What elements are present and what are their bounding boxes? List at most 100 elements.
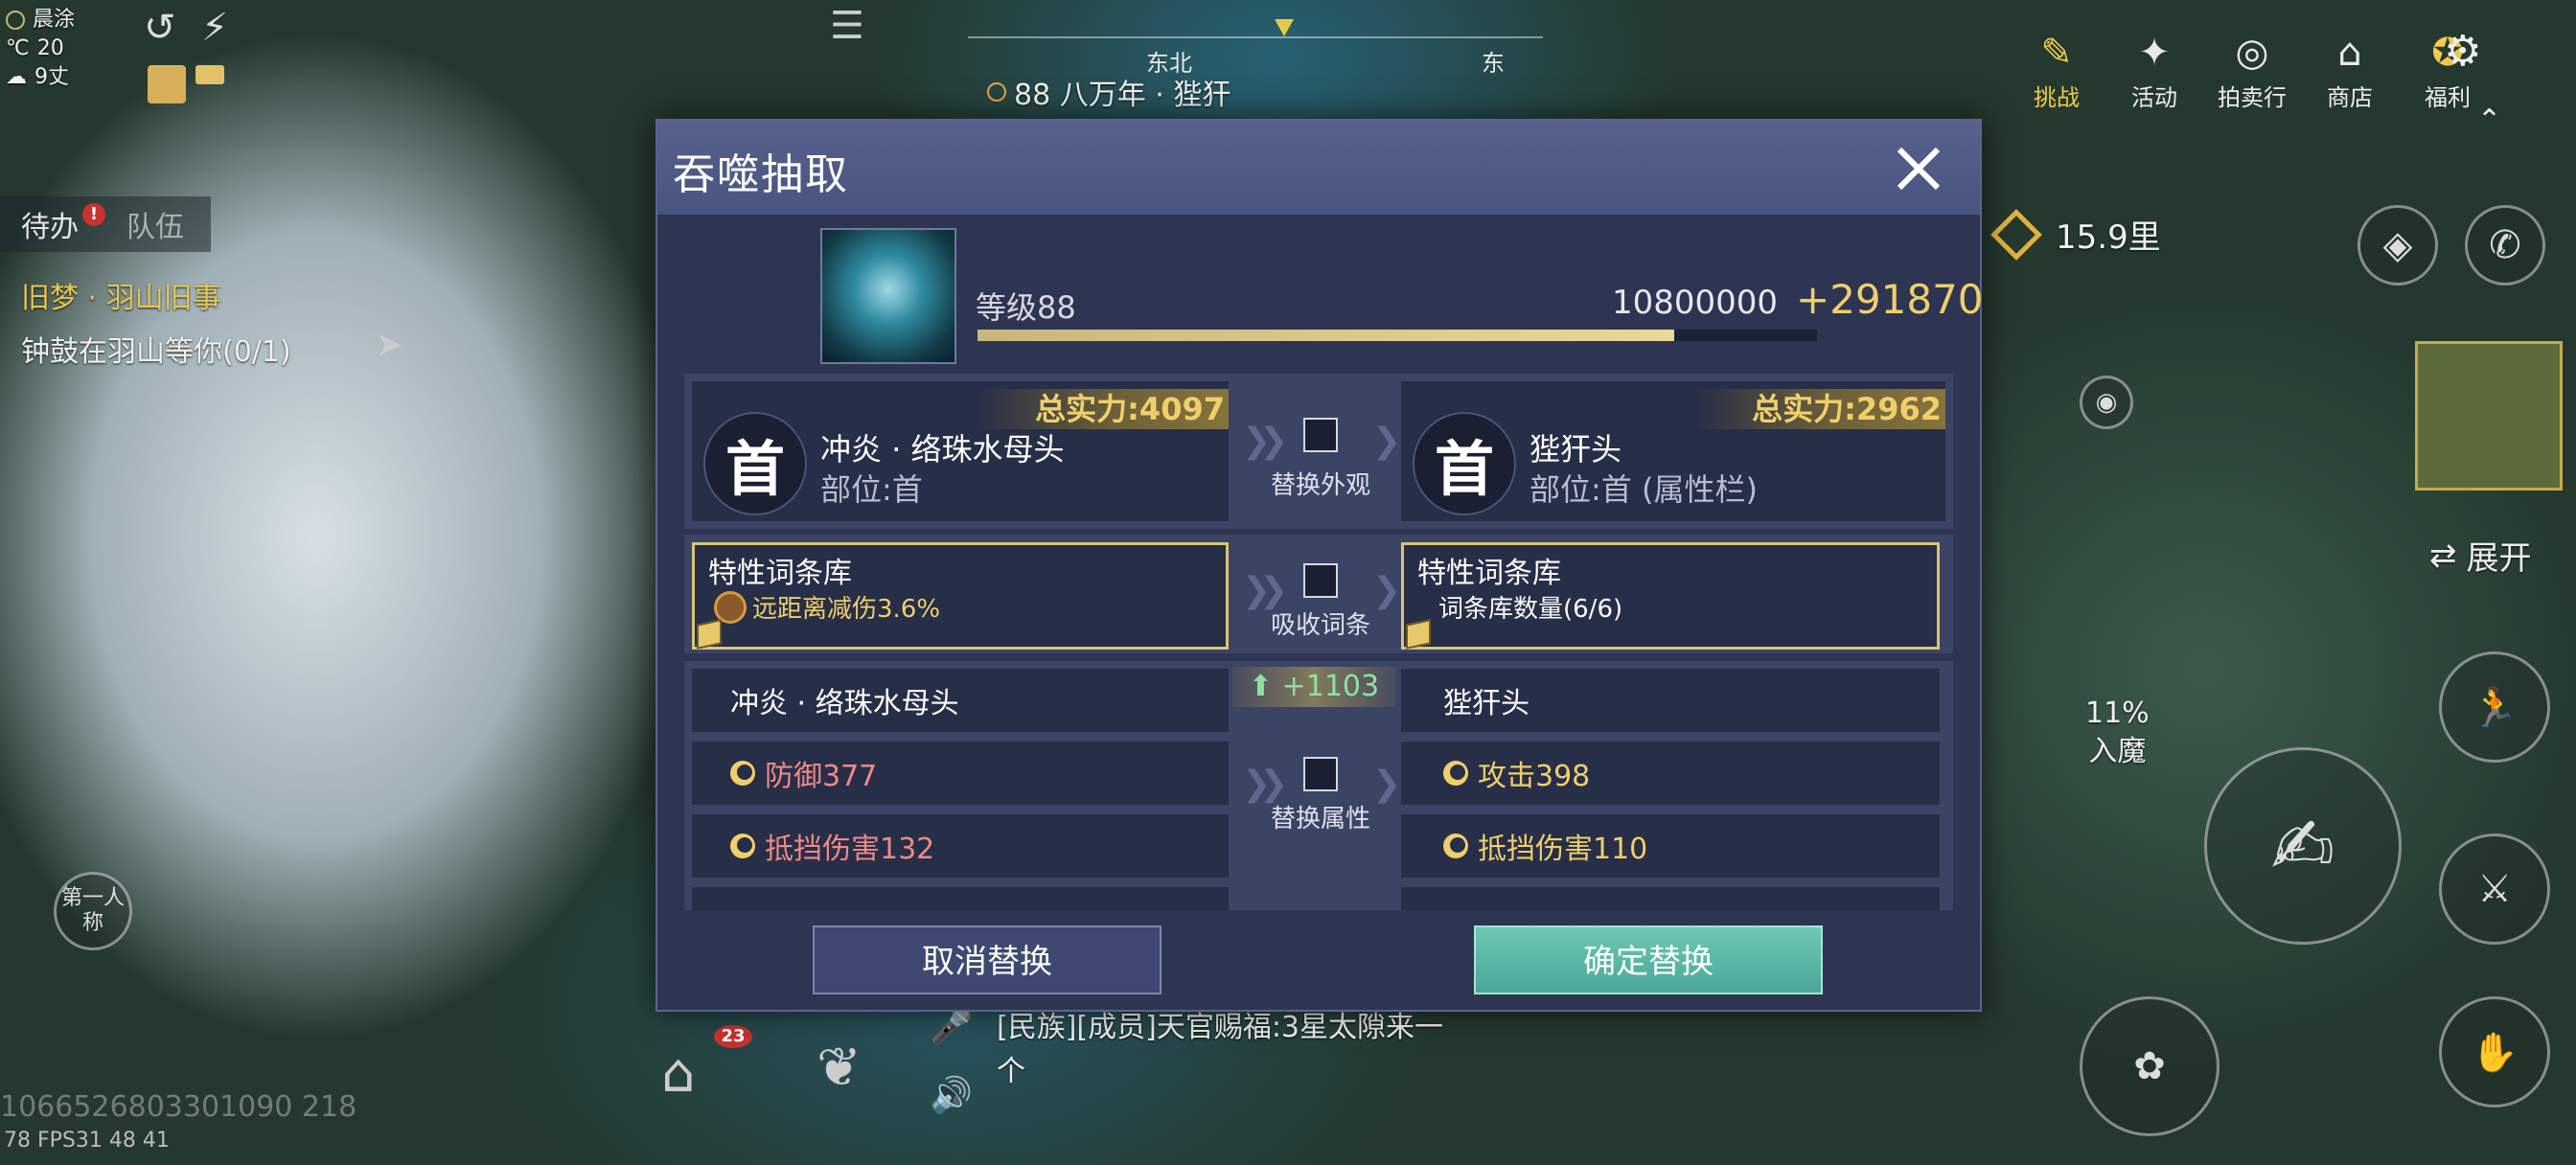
navigate-icon[interactable]: ➤ xyxy=(376,326,403,364)
summon-skill-icon[interactable]: ✿ xyxy=(2080,996,2220,1136)
left-trait-entry: 远距离减伤3.6% xyxy=(714,589,940,625)
top-menu: ✎ 挑战 ✦ 活动 ◎ 拍卖行 ⌂ 商店 ✪ 福利 xyxy=(2022,29,2482,112)
menu-activity[interactable]: ✦ 活动 xyxy=(2120,29,2189,112)
right-item-slot: 部位:首 (属性栏) xyxy=(1530,471,1758,508)
chat-line-1: [民族][成员]天官赐福:3星太隙来一 xyxy=(997,1011,1444,1044)
waypoint-distance[interactable]: 15.9里 xyxy=(1990,208,2161,261)
right-attr-row-1: 攻击398 xyxy=(1401,742,1940,805)
location-label: 88 八万年 · 狴犴 xyxy=(987,71,1230,113)
right-trait-entry: 词条库数量(6/6) xyxy=(1438,595,1623,624)
menu-challenge[interactable]: ✎ 挑战 xyxy=(2022,29,2091,112)
right-item-power: 总实力:2962 xyxy=(1694,389,1945,429)
attr-icon xyxy=(1443,834,1468,858)
exp-value: 10800000 xyxy=(1612,284,1779,322)
sun-icon xyxy=(6,11,25,30)
right-attr-name: 狴犴头 xyxy=(1401,669,1940,732)
weather-panel: 晨涂 ℃ 20 ☁ 9丈 xyxy=(6,6,75,92)
wind: 9丈 xyxy=(34,65,69,89)
menu-auction[interactable]: ◎ 拍卖行 xyxy=(2218,29,2287,112)
shop-icon: ⌂ xyxy=(2337,31,2362,75)
menu-shop[interactable]: ⌂ 商店 xyxy=(2315,29,2384,112)
left-attr-2: 抵挡伤害132 xyxy=(765,833,935,866)
quest-title[interactable]: 旧梦 · 羽山旧事 xyxy=(21,274,221,316)
menu-welfare-label: 福利 xyxy=(2425,84,2471,111)
lightning-icon[interactable]: ⚡ xyxy=(201,6,228,50)
temperature-icon: ℃ xyxy=(6,36,30,60)
compass: 东北 东 xyxy=(968,19,1543,77)
menu-challenge-label: 挑战 xyxy=(2034,84,2080,111)
arrow-icon: ❯ xyxy=(1372,571,1401,610)
trait-icon xyxy=(714,590,747,624)
mail-icon[interactable] xyxy=(196,65,224,84)
location-text: 88 八万年 · 狴犴 xyxy=(1014,79,1231,112)
right-attr-2: 抵挡伤害110 xyxy=(1478,833,1648,866)
left-trait-card[interactable]: 特性词条库 远距离减伤3.6% xyxy=(692,542,1229,650)
replace-attributes-checkbox[interactable] xyxy=(1303,757,1338,791)
buff-icon[interactable] xyxy=(148,65,186,103)
item-compare-row: 总实力:4097 首 冲炎 · 络珠水母头 部位:首 ❯❯ 替换外观 ❯ 总实力… xyxy=(684,374,1953,529)
scroll-skill-icon[interactable]: ◈ xyxy=(2358,205,2438,286)
exp-gain: +291870 xyxy=(1796,276,1984,323)
close-icon[interactable] xyxy=(1892,142,1945,195)
mic-icon[interactable]: 🎤 xyxy=(930,1006,973,1046)
right-attr-row-3 xyxy=(1401,887,1940,910)
expand-button[interactable]: ⇄ 展开 xyxy=(2429,532,2532,579)
eye-icon[interactable]: ◉ xyxy=(2080,376,2133,429)
stance-skill-icon[interactable]: ✋ xyxy=(2439,996,2550,1108)
talisman-card[interactable] xyxy=(2415,341,2563,491)
menu-activity-label: 活动 xyxy=(2131,84,2177,111)
menu-auction-label: 拍卖行 xyxy=(2218,84,2287,111)
menu-shop-label: 商店 xyxy=(2327,84,2373,111)
wind-icon: ☁ xyxy=(6,65,27,89)
fps-counter: 78 FPS31 48 41 xyxy=(4,1129,170,1153)
first-person-button[interactable]: 第一人称 xyxy=(54,872,132,950)
confirm-replace-button[interactable]: 确定替换 xyxy=(1474,925,1823,994)
kick-skill-icon[interactable]: ⚔ xyxy=(2439,834,2550,945)
left-item-card[interactable]: 总实力:4097 首 冲炎 · 络珠水母头 部位:首 xyxy=(692,381,1229,521)
left-attr-name: 冲炎 · 络珠水母头 xyxy=(692,669,1229,732)
exp-bar xyxy=(978,330,1817,341)
talisman-skill-icon[interactable]: ✍ xyxy=(2204,747,2402,945)
right-trait-title: 特性词条库 xyxy=(1417,557,1561,590)
arrow-icon: ❯❯ xyxy=(1242,571,1288,610)
book-icon xyxy=(697,619,722,650)
replace-appearance-label: 替换外观 xyxy=(1270,471,1370,500)
menu-icon[interactable]: ☰ xyxy=(830,4,864,48)
dodge-skill-icon[interactable]: 🏃 xyxy=(2439,651,2550,763)
compass-line xyxy=(968,36,1543,38)
chat-line-2: 个 xyxy=(997,1055,1025,1088)
cancel-replace-button[interactable]: 取消替换 xyxy=(813,925,1162,994)
swap-icon: ⇄ xyxy=(2429,536,2457,575)
dialog-title: 吞噬抽取 xyxy=(673,150,849,199)
right-item-card[interactable]: 总实力:2962 首 狴犴头 部位:首 (属性栏) xyxy=(1401,381,1945,521)
arrow-icon: ❯ xyxy=(1372,765,1401,804)
tab-team[interactable]: 队伍 xyxy=(105,203,205,245)
arrow-icon: ❯ xyxy=(1372,422,1401,461)
left-trait-title: 特性词条库 xyxy=(708,557,852,590)
home-icon[interactable]: ⌂ xyxy=(661,1042,696,1105)
bag-icon[interactable]: ❦ xyxy=(816,1037,862,1099)
replace-appearance-checkbox[interactable] xyxy=(1303,418,1338,452)
challenge-icon: ✎ xyxy=(2040,31,2073,75)
pet-avatar xyxy=(820,228,956,364)
chat-box[interactable]: [民族][成员]天官赐福:3星太隙来一 个 xyxy=(997,1006,1443,1094)
devour-extract-dialog: 吞噬抽取 等级88 10800000 +291870 总实力:4097 首 冲炎… xyxy=(656,119,1984,1012)
right-trait-card[interactable]: 特性词条库 词条库数量(6/6) xyxy=(1401,542,1940,650)
attr-icon xyxy=(730,834,755,858)
absorb-traits-checkbox[interactable] xyxy=(1303,563,1338,598)
compass-east: 东 xyxy=(1482,50,1505,77)
collapse-up-icon[interactable]: ⌃ xyxy=(2477,103,2501,137)
expand-label: 展开 xyxy=(2466,539,2532,578)
absorb-traits-label: 吸收词条 xyxy=(1270,611,1370,640)
left-attr-row-1: 防御377 xyxy=(692,742,1229,805)
speaker-icon[interactable]: 🔊 xyxy=(930,1075,973,1115)
quest-desc[interactable]: 钟鼓在羽山等你(0/1) xyxy=(21,328,291,370)
right-attr-1: 攻击398 xyxy=(1478,760,1591,793)
book-icon xyxy=(1406,619,1431,650)
waypoint-icon xyxy=(1990,208,2042,261)
swirl-icon[interactable]: ↺ xyxy=(144,6,176,50)
attr-icon xyxy=(1443,761,1468,786)
home-badge: 23 xyxy=(714,1025,752,1048)
settings-icon[interactable]: ⚙ xyxy=(2444,27,2481,76)
horn-skill-icon[interactable]: ✆ xyxy=(2465,205,2545,286)
